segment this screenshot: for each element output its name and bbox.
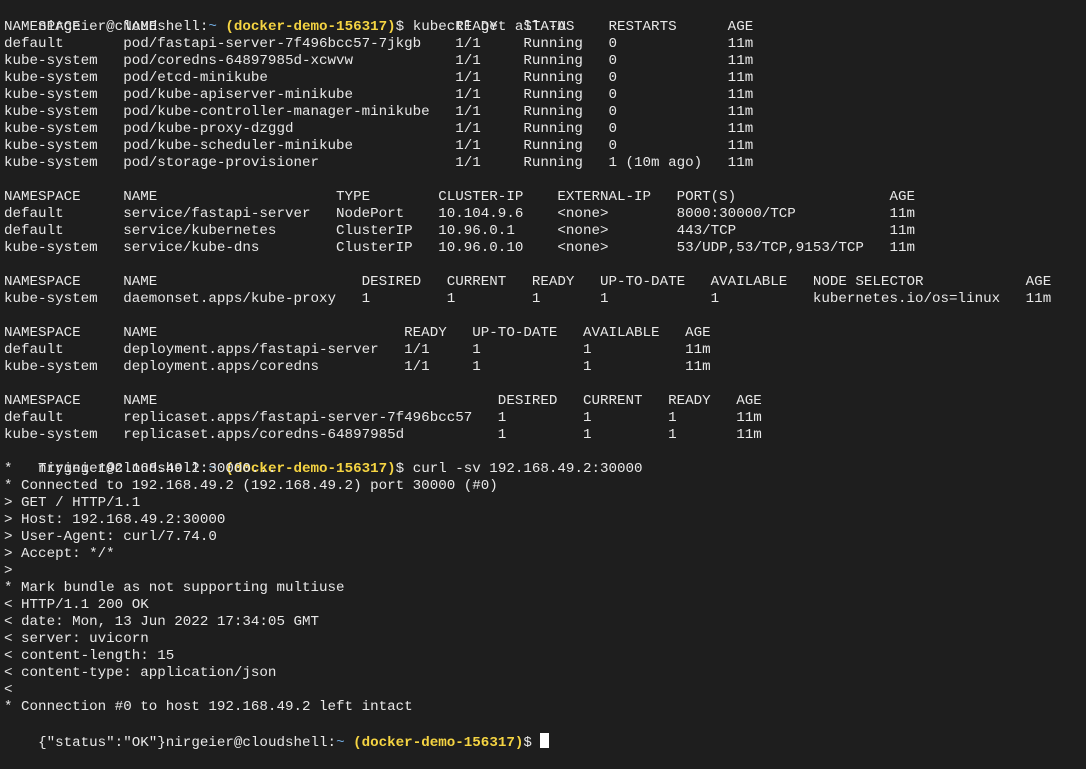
output-line: NAMESPACE NAME READY UP-TO-DATE AVAILABL…: [4, 325, 711, 341]
output-line: * Mark bundle as not supporting multiuse: [4, 580, 345, 596]
output-line: kube-system pod/kube-controller-manager-…: [4, 104, 754, 120]
output-line: NAMESPACE NAME TYPE CLUSTER-IP EXTERNAL-…: [4, 189, 915, 205]
output-line: kube-system pod/etcd-minikube 1/1 Runnin…: [4, 70, 754, 86]
output-line: kube-system deployment.apps/coredns 1/1 …: [4, 359, 711, 375]
prompt-cwd: ~: [336, 735, 345, 751]
output-line: default pod/fastapi-server-7f496bcc57-7j…: [4, 36, 754, 52]
output-line: kube-system pod/coredns-64897985d-xcwvw …: [4, 53, 754, 69]
output-line: kube-system daemonset.apps/kube-proxy 1 …: [4, 291, 1052, 307]
text-cursor[interactable]: [540, 733, 550, 748]
output-line: kube-system pod/kube-proxy-dzggd 1/1 Run…: [4, 121, 754, 137]
output-line: NAMESPACE NAME READY STATUS RESTARTS AGE: [4, 19, 754, 35]
prompt-project: (docker-demo-156317): [353, 735, 524, 751]
curl-output: * Trying 192.168.49.2:30000... * Connecte…: [4, 461, 1086, 716]
output-line: > Host: 192.168.49.2:30000: [4, 512, 226, 528]
prompt-line: nirgeier@cloudshell:~ (docker-demo-15631…: [4, 444, 1086, 477]
output-line: < HTTP/1.1 200 OK: [4, 597, 149, 613]
output-line: <: [4, 682, 13, 698]
output-line: > User-Agent: curl/7.74.0: [4, 529, 217, 545]
kubectl-output: NAMESPACE NAME READY STATUS RESTARTS AGE…: [4, 19, 1086, 444]
output-line: < date: Mon, 13 Jun 2022 17:34:05 GMT: [4, 614, 320, 630]
prompt-symbol: $: [523, 735, 532, 751]
output-line: kube-system service/kube-dns ClusterIP 1…: [4, 240, 915, 256]
output-line: default replicaset.apps/fastapi-server-7…: [4, 410, 762, 426]
output-line: * Connection #0 to host 192.168.49.2 lef…: [4, 699, 413, 715]
output-line: NAMESPACE NAME DESIRED CURRENT READY AGE: [4, 393, 762, 409]
terminal[interactable]: nirgeier@cloudshell:~ (docker-demo-15631…: [0, 0, 1086, 751]
prompt-line: nirgeier@cloudshell:~ (docker-demo-15631…: [4, 2, 1086, 35]
prompt-symbol: $: [395, 461, 405, 477]
output-line: > GET / HTTP/1.1: [4, 495, 141, 511]
output-line: < content-type: application/json: [4, 665, 277, 681]
output-line: kube-system pod/storage-provisioner 1/1 …: [4, 155, 754, 171]
output-line: >: [4, 563, 13, 579]
output-line: kube-system pod/kube-scheduler-minikube …: [4, 138, 754, 154]
output-line: kube-system replicaset.apps/coredns-6489…: [4, 427, 762, 443]
output-line: * Connected to 192.168.49.2 (192.168.49.…: [4, 478, 498, 494]
prompt-line-active[interactable]: {"status":"OK"}nirgeier@cloudshell:~ (do…: [4, 716, 1086, 751]
output-line: default service/fastapi-server NodePort …: [4, 206, 915, 222]
command-text: curl -sv 192.168.49.2:30000: [412, 461, 643, 477]
output-line: NAMESPACE NAME DESIRED CURRENT READY UP-…: [4, 274, 1052, 290]
response-body: {"status":"OK"}: [38, 735, 166, 751]
output-line: < content-length: 15: [4, 648, 175, 664]
output-line: kube-system pod/kube-apiserver-minikube …: [4, 87, 754, 103]
output-line: default service/kubernetes ClusterIP 10.…: [4, 223, 915, 239]
output-line: < server: uvicorn: [4, 631, 149, 647]
prompt-user-host: nirgeier@cloudshell:: [165, 735, 337, 751]
output-line: > Accept: */*: [4, 546, 115, 562]
output-line: default deployment.apps/fastapi-server 1…: [4, 342, 711, 358]
